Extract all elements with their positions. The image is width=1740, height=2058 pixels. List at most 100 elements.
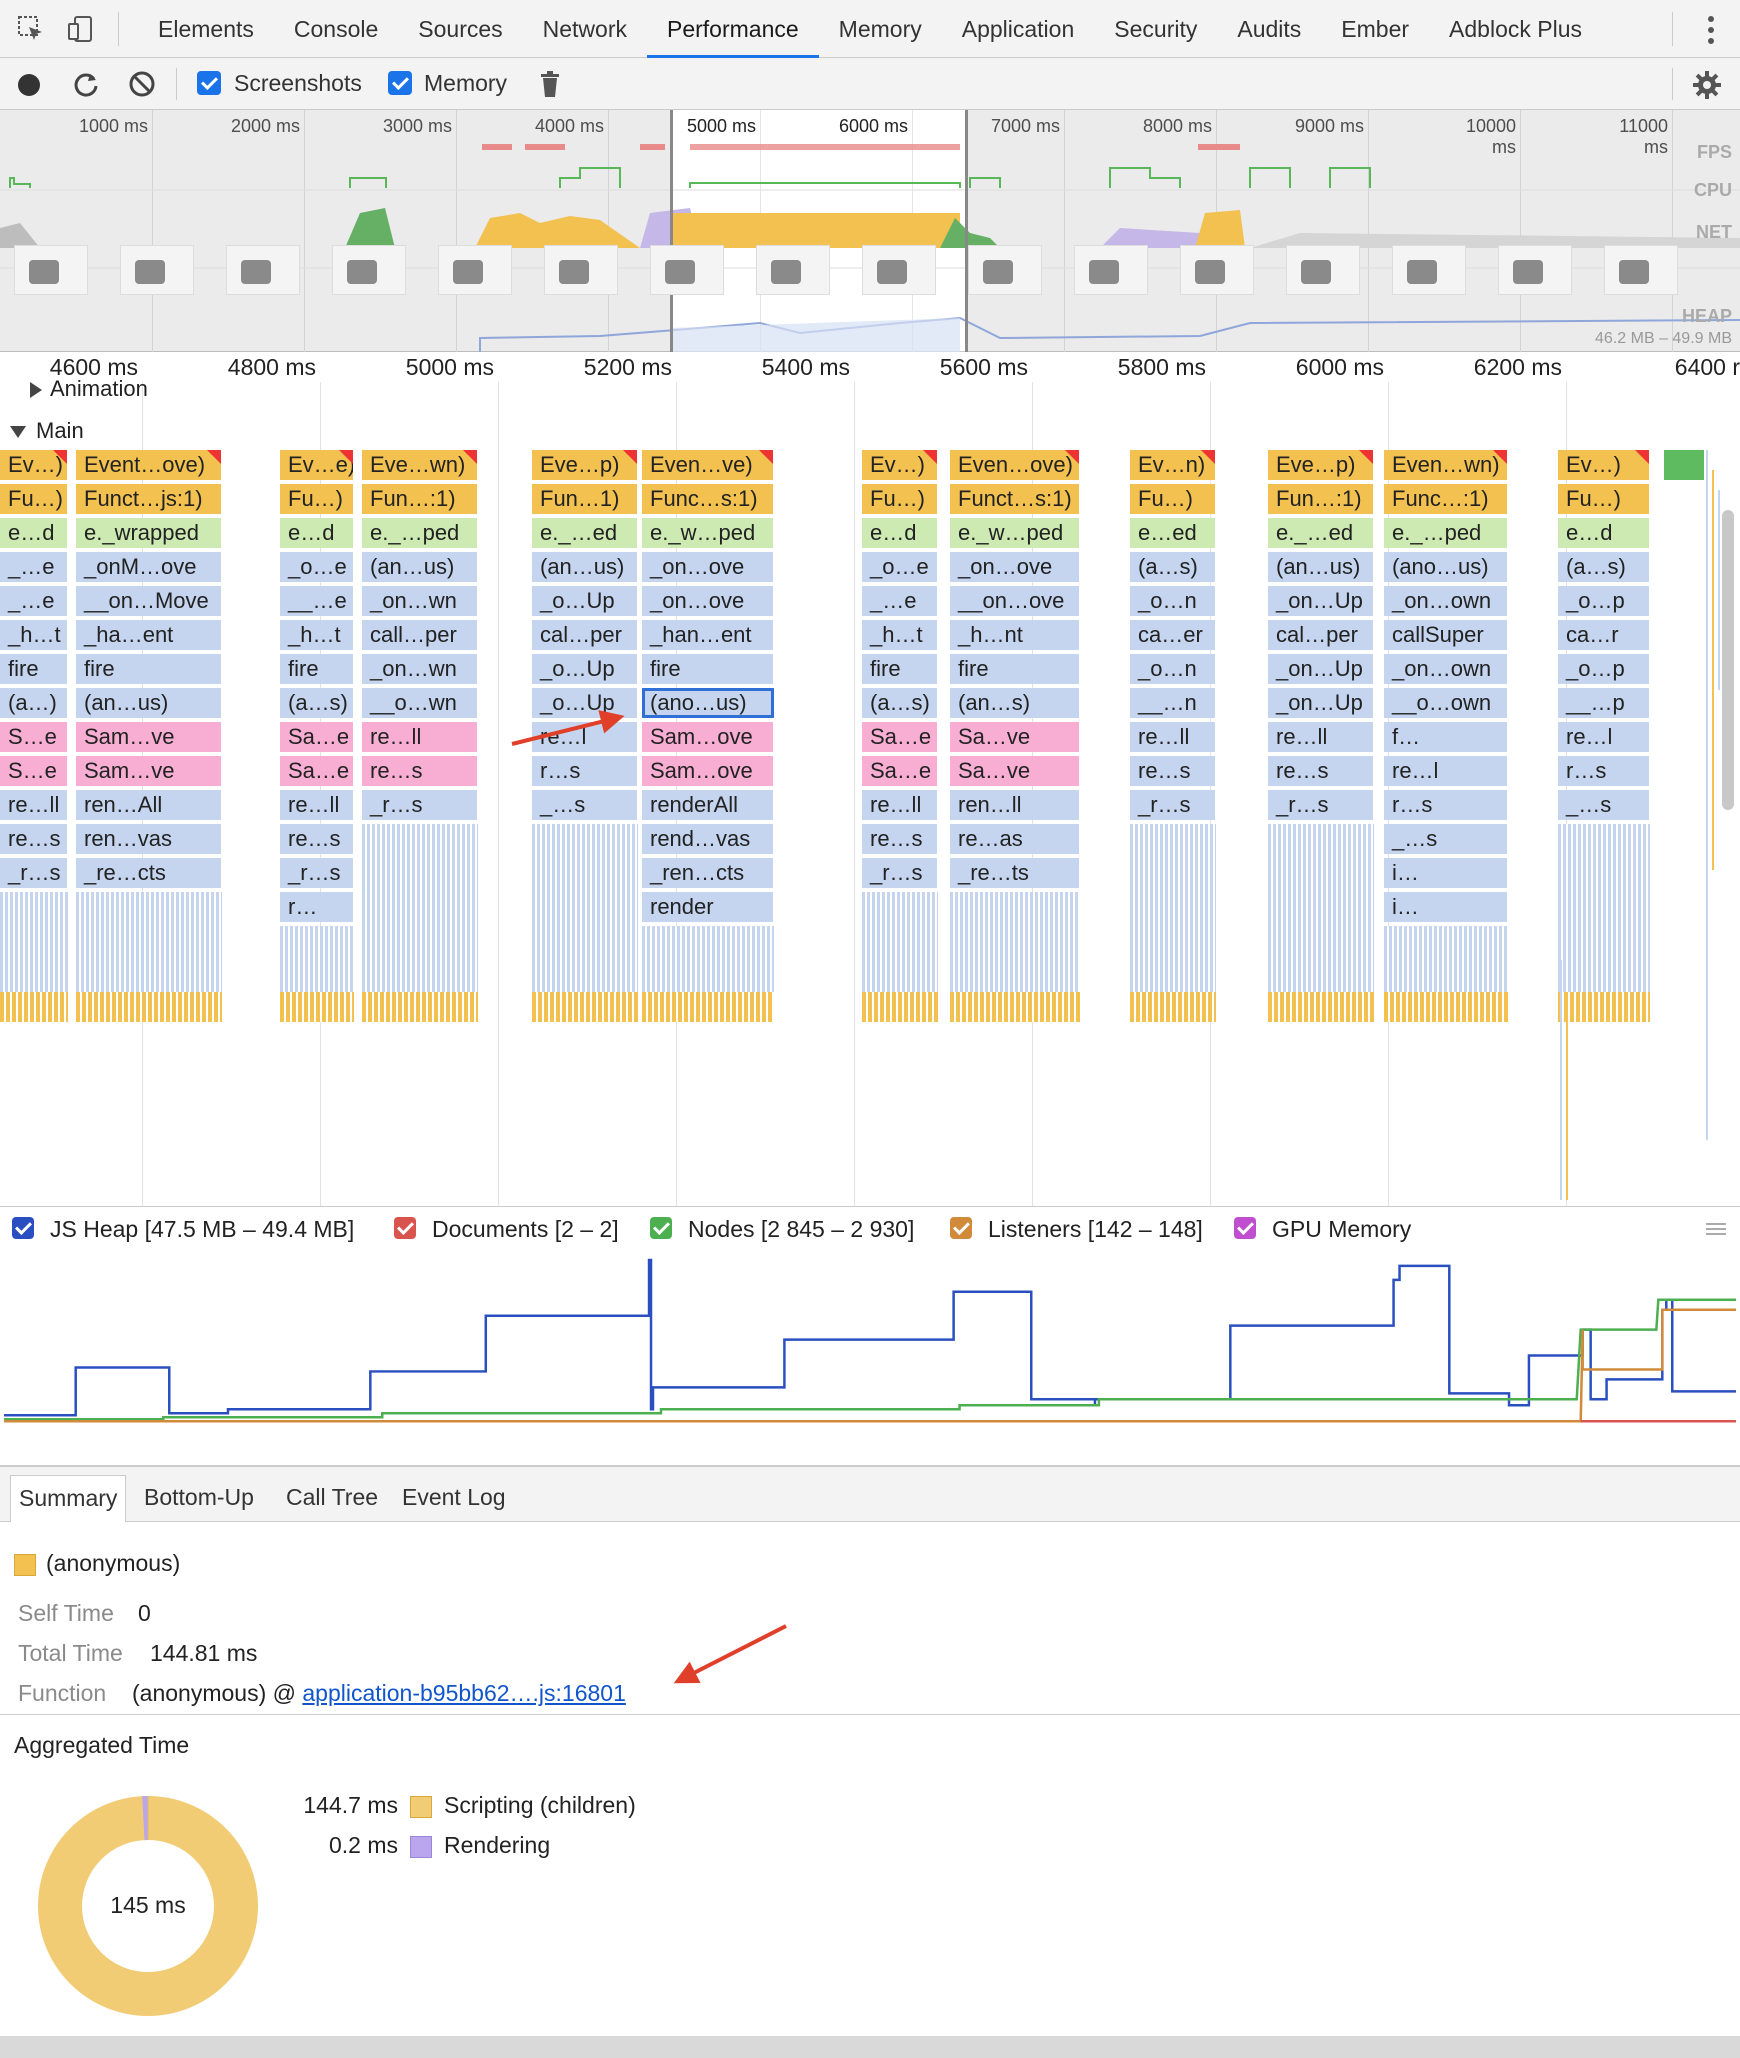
flame-entry[interactable]: (a…s) <box>1130 552 1216 582</box>
flame-entry[interactable]: _…e <box>862 586 938 616</box>
flame-scrollbar[interactable] <box>1722 510 1734 810</box>
flame-entry[interactable]: _r…s <box>362 790 478 820</box>
screenshot-thumbnail[interactable] <box>1074 245 1148 295</box>
tab-summary[interactable]: Summary <box>10 1475 127 1523</box>
screenshot-thumbnail[interactable] <box>226 245 300 295</box>
screenshot-thumbnail[interactable] <box>1392 245 1466 295</box>
flame-entry[interactable]: _han…ent <box>642 620 774 650</box>
tab-audits[interactable]: Audits <box>1217 0 1321 58</box>
flame-entry[interactable]: _ren…cts <box>642 858 774 888</box>
flame-entry[interactable]: ren…ll <box>950 790 1080 820</box>
flame-entry[interactable]: cal…per <box>1268 620 1374 650</box>
flame-entry[interactable]: _o…e <box>280 552 354 582</box>
flame-entry[interactable]: Sa…ve <box>950 722 1080 752</box>
flame-entry[interactable]: (an…us) <box>76 688 222 718</box>
flame-entry[interactable]: fire <box>0 654 68 684</box>
flame-entry[interactable]: Fu…) <box>1558 484 1650 514</box>
flame-entry[interactable]: _o…e <box>862 552 938 582</box>
flame-entry[interactable]: Fu…) <box>0 484 68 514</box>
selected-flame-entry[interactable]: (ano…us) <box>642 688 774 718</box>
flame-entry[interactable]: i… <box>1384 892 1508 922</box>
flame-entry[interactable]: re…s <box>0 824 68 854</box>
flame-entry[interactable]: Eve…p) <box>532 450 638 480</box>
flame-entry[interactable]: _o…p <box>1558 586 1650 616</box>
flame-entry[interactable]: re…s <box>362 756 478 786</box>
flame-entry[interactable]: Func…:1) <box>1384 484 1508 514</box>
flame-entry[interactable]: Sa…e <box>280 722 354 752</box>
flame-entry[interactable]: _h…t <box>862 620 938 650</box>
tab-sources[interactable]: Sources <box>398 0 522 58</box>
flame-entry[interactable]: r… <box>280 892 354 922</box>
flame-entry[interactable]: Sam…ove <box>642 722 774 752</box>
screenshot-thumbnail[interactable] <box>650 245 724 295</box>
screenshot-thumbnail[interactable] <box>14 245 88 295</box>
tab-adblock-plus[interactable]: Adblock Plus <box>1429 0 1602 58</box>
flame-entry[interactable]: Event…ove) <box>76 450 222 480</box>
flame-entry[interactable]: e._…ped <box>362 518 478 548</box>
flame-entry[interactable]: cal…per <box>532 620 638 650</box>
flame-entry[interactable]: Ev…) <box>0 450 68 480</box>
flame-entry[interactable]: _on…wn <box>362 654 478 684</box>
function-source-link[interactable]: application-b95bb62….js:16801 <box>302 1680 626 1706</box>
flame-entry[interactable]: _r…s <box>0 858 68 888</box>
nodes-checkbox[interactable] <box>650 1217 672 1239</box>
screenshot-thumbnail[interactable] <box>1498 245 1572 295</box>
flame-entry[interactable]: __on…Move <box>76 586 222 616</box>
flame-entry[interactable]: _on…ove <box>642 552 774 582</box>
flame-entry[interactable]: _h…t <box>0 620 68 650</box>
flame-entry[interactable]: f… <box>1384 722 1508 752</box>
flame-entry[interactable]: ren…vas <box>76 824 222 854</box>
flame-entry[interactable]: Eve…wn) <box>362 450 478 480</box>
flame-entry[interactable]: _re…cts <box>76 858 222 888</box>
flame-entry[interactable]: Fun…1) <box>532 484 638 514</box>
flame-entry[interactable]: _on…wn <box>362 586 478 616</box>
inspect-element-icon[interactable] <box>16 14 46 44</box>
flame-entry[interactable]: re…ll <box>1268 722 1374 752</box>
flame-entry[interactable]: Ev…e) <box>280 450 354 480</box>
screenshot-thumbnail[interactable] <box>544 245 618 295</box>
documents-checkbox[interactable] <box>394 1217 416 1239</box>
flame-entry[interactable]: _r…s <box>1268 790 1374 820</box>
flame-entry[interactable]: r…s <box>1384 790 1508 820</box>
flame-entry[interactable]: _onM…ove <box>76 552 222 582</box>
flame-entry[interactable]: _on…ove <box>642 586 774 616</box>
flame-entry[interactable]: Fun…:1) <box>362 484 478 514</box>
tab-console[interactable]: Console <box>274 0 398 58</box>
flame-entry[interactable]: renderAll <box>642 790 774 820</box>
flame-entry[interactable]: (ano…us) <box>1384 552 1508 582</box>
flame-entry[interactable]: re…l <box>1384 756 1508 786</box>
listeners-checkbox[interactable] <box>950 1217 972 1239</box>
flame-entry[interactable]: fire <box>950 654 1080 684</box>
tab-performance[interactable]: Performance <box>647 0 819 58</box>
screenshots-checkbox[interactable] <box>197 71 221 95</box>
flame-entry[interactable]: re…ll <box>0 790 68 820</box>
flame-entry[interactable]: (an…us) <box>532 552 638 582</box>
flame-entry[interactable]: _o…n <box>1130 586 1216 616</box>
flame-entry[interactable]: __…p <box>1558 688 1650 718</box>
gpu-task-entry[interactable] <box>1664 450 1704 480</box>
gpu-memory-checkbox[interactable] <box>1234 1217 1256 1239</box>
flame-entry[interactable]: _o…Up <box>532 586 638 616</box>
flame-entry[interactable]: e…ed <box>1130 518 1216 548</box>
flame-entry[interactable]: fire <box>862 654 938 684</box>
flame-entry[interactable]: __o…own <box>1384 688 1508 718</box>
clear-icon[interactable] <box>128 70 156 98</box>
flame-entry[interactable]: _…s <box>1384 824 1508 854</box>
flame-entry[interactable]: re…s <box>280 824 354 854</box>
flame-entry[interactable]: e…d <box>862 518 938 548</box>
flame-entry[interactable]: _o…Up <box>532 654 638 684</box>
flame-entry[interactable]: _on…Up <box>1268 586 1374 616</box>
flame-entry[interactable]: _r…s <box>862 858 938 888</box>
flame-entry[interactable]: e._w…ped <box>642 518 774 548</box>
flame-entry[interactable]: Sam…ve <box>76 756 222 786</box>
flame-entry[interactable]: _on…Up <box>1268 688 1374 718</box>
flame-entry[interactable]: _…s <box>1558 790 1650 820</box>
flame-entry[interactable]: (a…s) <box>1558 552 1650 582</box>
flame-entry[interactable]: re…as <box>950 824 1080 854</box>
flame-entry[interactable]: Funct…js:1) <box>76 484 222 514</box>
flame-entry[interactable]: Func…s:1) <box>642 484 774 514</box>
flame-entry[interactable]: (an…us) <box>362 552 478 582</box>
tab-memory[interactable]: Memory <box>819 0 942 58</box>
flame-entry[interactable]: S…e <box>0 722 68 752</box>
tab-event-log[interactable]: Event Log <box>394 1479 514 1519</box>
